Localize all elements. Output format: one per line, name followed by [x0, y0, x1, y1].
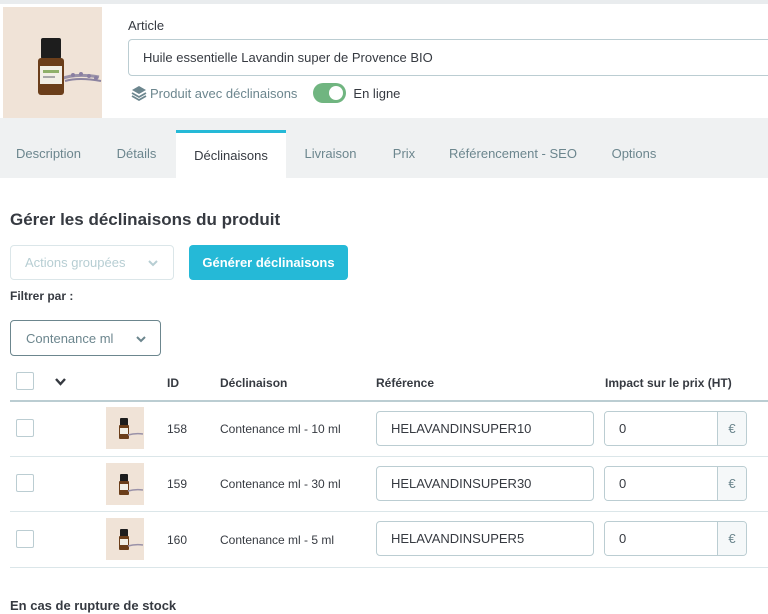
row-divider — [10, 456, 768, 457]
product-cover-image[interactable] — [3, 7, 102, 119]
tab-details[interactable]: Détails — [97, 118, 176, 178]
row-price-impact-input[interactable] — [605, 522, 717, 555]
row-id: 160 — [167, 533, 188, 547]
layers-icon — [131, 86, 147, 102]
row-reference-input[interactable] — [376, 466, 594, 501]
tab-pricing[interactable]: Prix — [375, 118, 433, 178]
euro-icon: € — [717, 522, 746, 555]
row-checkbox[interactable] — [16, 474, 34, 492]
column-header-combination: Déclinaison — [220, 376, 288, 390]
tab-options[interactable]: Options — [593, 118, 675, 178]
generate-combinations-button[interactable]: Générer déclinaisons — [189, 245, 348, 280]
select-all-checkbox[interactable] — [16, 372, 34, 390]
column-header-price-impact: Impact sur le prix (HT) — [605, 376, 732, 390]
row-combination: Contenance ml - 10 ml — [220, 422, 341, 436]
online-label: En ligne — [353, 85, 401, 101]
tab-seo[interactable]: Référencement - SEO — [433, 118, 593, 178]
online-toggle[interactable] — [313, 83, 347, 103]
table-header-divider — [10, 400, 768, 402]
product-type-label[interactable]: Produit avec déclinaisons — [150, 86, 297, 101]
row-price-impact-group: € — [604, 521, 747, 556]
euro-icon: € — [717, 412, 746, 445]
row-combination: Contenance ml - 30 ml — [220, 477, 341, 491]
filter-dropdown[interactable]: Contenance ml — [10, 320, 161, 356]
row-thumbnail — [106, 518, 144, 560]
product-type-row: Produit avec déclinaisons En ligne — [130, 82, 400, 104]
row-reference-input[interactable] — [376, 411, 594, 446]
row-checkbox[interactable] — [16, 419, 34, 437]
row-id: 159 — [167, 477, 188, 491]
section-title: Gérer les déclinaisons du produit — [10, 210, 281, 229]
row-reference-input[interactable] — [376, 521, 594, 556]
tab-shipping[interactable]: Livraison — [286, 118, 375, 178]
row-id: 158 — [167, 422, 188, 436]
tab-description[interactable]: Description — [0, 118, 97, 178]
chevron-down-icon — [136, 336, 146, 343]
chevron-down-icon[interactable] — [54, 376, 67, 388]
row-divider — [10, 511, 768, 512]
row-checkbox[interactable] — [16, 530, 34, 548]
filter-value: Contenance ml — [26, 330, 114, 346]
bulk-actions-label: Actions groupées — [25, 255, 126, 270]
product-tabs: Description Détails Déclinaisons Livrais… — [0, 118, 768, 178]
row-thumbnail — [106, 407, 144, 449]
filter-label: Filtrer par : — [10, 289, 74, 303]
chevron-down-icon — [148, 260, 158, 267]
row-thumbnail — [106, 463, 144, 505]
out-of-stock-title: En cas de rupture de stock — [10, 598, 177, 613]
euro-icon: € — [717, 467, 746, 500]
row-price-impact-group: € — [604, 466, 747, 501]
bulk-actions-dropdown[interactable]: Actions groupées — [10, 245, 174, 280]
tab-combinations[interactable]: Déclinaisons — [176, 130, 286, 178]
column-header-id: ID — [167, 376, 179, 390]
row-price-impact-input[interactable] — [605, 412, 717, 445]
product-header: Article Produit avec déclinaisons En lig… — [0, 4, 768, 119]
column-header-reference: Référence — [376, 376, 435, 390]
row-price-impact-group: € — [604, 411, 747, 446]
row-combination: Contenance ml - 5 ml — [220, 533, 335, 547]
row-price-impact-input[interactable] — [605, 467, 717, 500]
article-label: Article — [128, 18, 165, 33]
toggle-knob — [329, 86, 344, 100]
product-name-input[interactable] — [128, 39, 768, 76]
row-divider — [10, 567, 768, 568]
